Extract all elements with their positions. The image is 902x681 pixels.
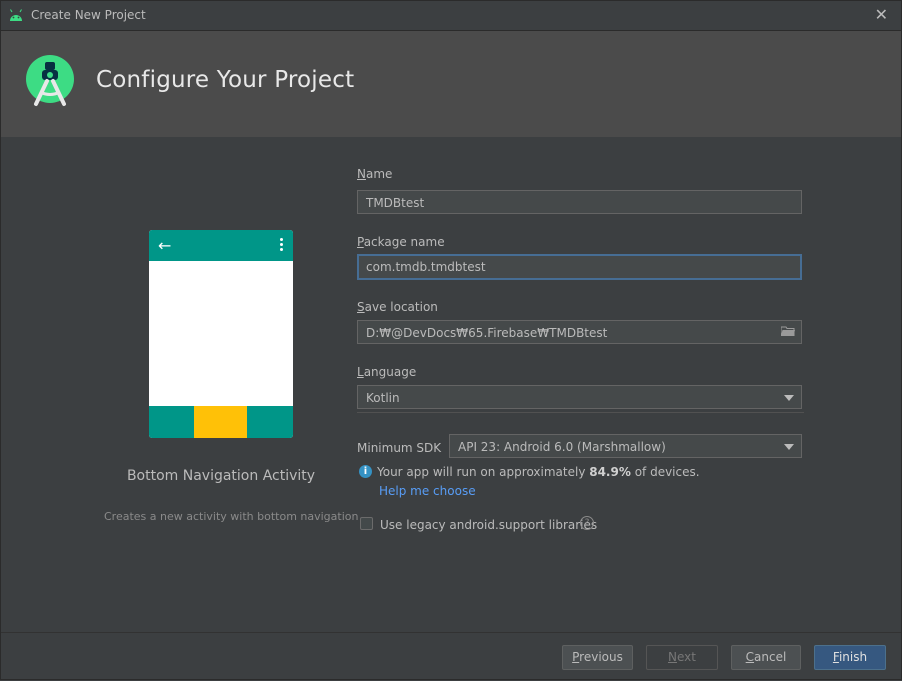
wizard-header: Configure Your Project [1,31,901,137]
previous-button[interactable]: Previous [562,645,633,670]
save-location-field[interactable]: D:₩@DevDocs₩65.Firebase₩TMDBtest [357,320,802,344]
help-icon[interactable]: ? [580,516,594,530]
configure-panel: ← Bottom Navigation Activity Creates a n… [0,137,902,632]
language-label: Language [357,365,417,379]
overflow-menu-icon [280,238,283,253]
android-icon [10,9,22,21]
help-me-choose-link[interactable]: Help me choose [379,484,476,498]
minimum-sdk-label: Minimum SDK [357,441,442,455]
finish-button[interactable]: Finish [814,645,886,670]
template-name: Bottom Navigation Activity [126,468,316,484]
language-value: Kotlin [366,391,400,405]
save-location-label: Save location [357,300,438,314]
minimum-sdk-dropdown[interactable]: API 23: Android 6.0 (Marshmallow) [449,434,802,458]
folder-icon[interactable] [781,326,795,336]
back-arrow-icon: ← [158,236,172,255]
language-dropdown[interactable]: Kotlin [357,385,802,409]
preview-bottom-nav [149,406,293,438]
cancel-button[interactable]: Cancel [731,645,801,670]
close-icon[interactable]: ✕ [875,5,888,24]
name-label: Name [357,167,393,181]
page-title: Configure Your Project [96,67,355,93]
divider [357,412,804,413]
package-name-label: Package name [357,235,445,249]
window-title: Create New Project [31,8,146,22]
wizard-footer: Previous Next Cancel Finish [0,632,902,681]
name-field[interactable]: TMDBtest [357,190,802,214]
template-description: Creates a new activity with bottom navig… [104,510,359,523]
android-studio-logo [26,55,74,106]
preview-nav-selected-item [194,406,247,438]
title-bar: Create New Project ✕ [0,0,902,31]
legacy-support-label[interactable]: Use legacy android.support libraries [380,518,597,532]
package-name-field[interactable]: com.tmdb.tmdbtest [357,254,802,280]
device-coverage-text: Your app will run on approximately 84.9%… [377,465,700,479]
preview-app-bar: ← [149,230,293,261]
legacy-support-checkbox[interactable] [360,517,373,530]
info-icon: i [359,465,372,478]
next-button[interactable]: Next [646,645,718,670]
dropdown-arrow-icon [784,395,794,401]
minimum-sdk-value: API 23: Android 6.0 (Marshmallow) [458,440,666,454]
dropdown-arrow-icon [784,444,794,450]
save-location-value: D:₩@DevDocs₩65.Firebase₩TMDBtest [366,326,608,340]
template-preview: ← [149,230,293,438]
